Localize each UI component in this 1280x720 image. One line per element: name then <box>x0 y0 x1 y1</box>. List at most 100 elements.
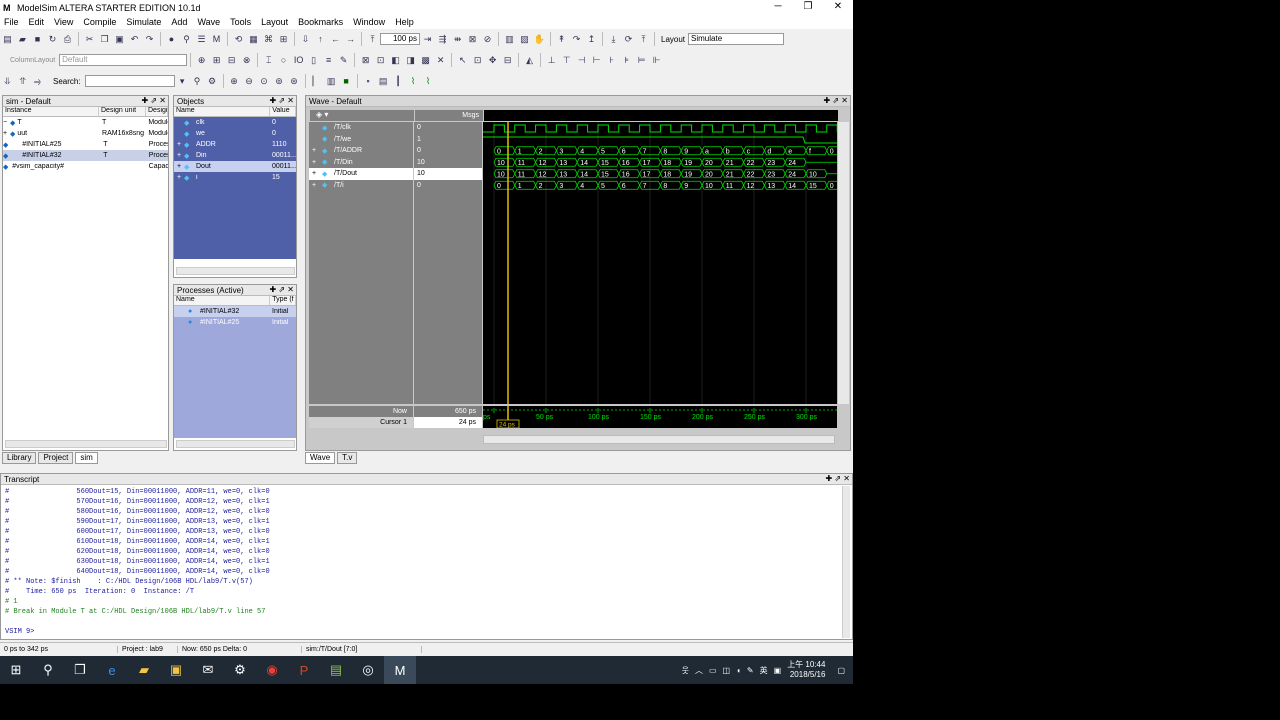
menu-help[interactable]: Help <box>395 17 414 27</box>
objects-scrollbar[interactable] <box>176 267 295 275</box>
chip-app-icon[interactable]: ◎ <box>352 656 384 684</box>
add-list-icon[interactable]: ⊞ <box>210 54 223 66</box>
add-dataflow-icon[interactable]: ⊗ <box>240 54 253 66</box>
sim-scrollbar[interactable] <box>5 440 167 448</box>
wave-signal-row[interactable]: ◆ /T/clk <box>309 122 413 134</box>
copy-icon[interactable]: ❐ <box>98 33 111 45</box>
ime-mode-icon[interactable]: ▣ <box>774 666 782 675</box>
step-back-out-icon[interactable]: ⤒ <box>637 33 650 45</box>
store-icon[interactable]: ▣ <box>160 656 192 684</box>
col-design[interactable]: Design <box>146 107 168 116</box>
tab-t-v[interactable]: T.v <box>337 452 358 464</box>
run-length-input[interactable]: 100 ps <box>380 33 420 45</box>
sim-panel-controls[interactable]: ✚ ⇗ ✕ <box>141 96 166 105</box>
notification-icon[interactable]: ▢ <box>837 666 845 675</box>
profile-icon[interactable]: ▧ <box>518 33 531 45</box>
wave-hscroll[interactable] <box>483 435 835 444</box>
object-expand-icon[interactable]: + <box>174 152 182 159</box>
close-button[interactable]: ✕ <box>823 0 853 15</box>
expand-icon[interactable]: − <box>3 119 7 126</box>
continue-run-icon[interactable]: ⇶ <box>436 33 449 45</box>
cursor-label[interactable]: Cursor 1 <box>309 417 413 428</box>
panel-blue-icon[interactable]: ▪ <box>362 75 375 87</box>
back-arrow-icon[interactable]: ← <box>329 33 342 45</box>
sim-tree-row[interactable]: ◆#INITIAL#25TProcess <box>3 139 168 150</box>
save-icon[interactable]: ■ <box>31 33 44 45</box>
maximize-button[interactable]: ❐ <box>793 0 823 15</box>
object-expand-icon[interactable]: + <box>174 163 182 170</box>
break-sim-icon[interactable]: ⊠ <box>466 33 479 45</box>
redo-icon[interactable]: ↷ <box>143 33 156 45</box>
expand-icon[interactable]: + <box>3 130 7 137</box>
step-over-icon[interactable]: ↷ <box>570 33 583 45</box>
hierarchy-expand-icon[interactable]: ⥤ <box>31 75 44 87</box>
wave-pencil-icon[interactable]: ✎ <box>337 54 350 66</box>
sim-tree-row[interactable]: ◆#INITIAL#32TProcess <box>3 150 168 161</box>
zoom-out-icon[interactable]: ⊖ <box>243 75 256 87</box>
panel-format-icon[interactable]: ▤ <box>377 75 390 87</box>
wave-doc-icon[interactable]: ▯ <box>307 54 320 66</box>
cut-icon[interactable]: ✂ <box>83 33 96 45</box>
processes-panel-controls[interactable]: ✚ ⇗ ✕ <box>269 285 294 294</box>
menu-bookmarks[interactable]: Bookmarks <box>298 17 343 27</box>
transcript-controls[interactable]: ✚ ⇗ ✕ <box>825 474 850 483</box>
wave-x-icon[interactable]: ✕ <box>434 54 447 66</box>
panel-wave2-icon[interactable]: ⌇ <box>422 75 435 87</box>
dataflow-mode-icon[interactable]: ◭ <box>523 54 536 66</box>
stop-icon[interactable]: ⊘ <box>481 33 494 45</box>
cursor-next-icon[interactable]: ⊢ <box>590 54 603 66</box>
hand-icon[interactable]: ✋ <box>533 33 546 45</box>
wave-signal-row[interactable]: ◆ /T/we <box>309 134 413 146</box>
object-row[interactable]: + ◆ i 15 <box>174 172 296 183</box>
search-icon[interactable]: ⚲ <box>32 656 64 684</box>
wave-signal-row[interactable]: + ◆ /T/Dout <box>309 168 413 180</box>
column-layout-select[interactable]: Default <box>59 54 188 66</box>
wave-cursor-icon[interactable]: ⌶ <box>262 54 275 66</box>
cursor-add-icon[interactable]: ⊥ <box>545 54 558 66</box>
wave-signal-row[interactable]: + ◆ /T/i <box>309 180 413 192</box>
edge-find-icon[interactable]: ▩ <box>419 54 432 66</box>
menu-tools[interactable]: Tools <box>230 17 251 27</box>
battery-icon[interactable]: ▭ <box>709 666 717 675</box>
panel-green-icon[interactable]: ■ <box>340 75 353 87</box>
object-expand-icon[interactable]: + <box>174 174 182 181</box>
tab-wave[interactable]: Wave <box>305 452 336 464</box>
ime-indicator[interactable]: 英 <box>760 665 768 676</box>
wave-expand-icon[interactable]: + <box>312 182 322 189</box>
mail-icon[interactable]: ✉ <box>192 656 224 684</box>
modelsim-taskbar-icon[interactable]: M <box>384 656 416 684</box>
undo-icon[interactable]: ↶ <box>128 33 141 45</box>
zoom-cursor-icon[interactable]: ⊚ <box>273 75 286 87</box>
hierarchy-up-icon[interactable]: ⥣ <box>16 75 29 87</box>
object-row[interactable]: ◆ we 0 <box>174 128 296 139</box>
person-icon[interactable]: 웃 <box>682 665 689 676</box>
wave-display[interactable]: 0 1 2 3 4 5 6 7 8 9 a b c d e f 0 10 11 12 13 14 15 16 17 18 19 20 2… <box>483 122 849 404</box>
object-row[interactable]: + ◆ Dout 00011... <box>174 161 296 172</box>
break-icon[interactable]: ▦ <box>247 33 260 45</box>
run-all-icon[interactable]: ⇻ <box>451 33 464 45</box>
performance-icon[interactable]: ▥ <box>503 33 516 45</box>
col-design-unit[interactable]: Design unit <box>99 107 146 116</box>
menu-compile[interactable]: Compile <box>83 17 116 27</box>
transcript-output[interactable]: # 560Dout=15, Din=00011000, ADDR=11, we=… <box>1 485 852 637</box>
tab-project[interactable]: Project <box>38 452 74 464</box>
wave-panel-controls[interactable]: ✚ ⇗ ✕ <box>823 96 848 105</box>
panel-left-icon[interactable]: ▏ <box>310 75 323 87</box>
file-explorer-icon[interactable]: ▰ <box>128 656 160 684</box>
print-icon[interactable]: ⎙ <box>61 33 74 45</box>
new-file-icon[interactable]: ▤ <box>1 33 14 45</box>
notes-icon[interactable]: ▤ <box>320 656 352 684</box>
object-row[interactable]: + ◆ ADDR 1110 <box>174 139 296 150</box>
schematic-icon[interactable]: ⊞ <box>277 33 290 45</box>
wave-io-icon[interactable]: IO <box>292 54 305 66</box>
compile-icon[interactable]: ● <box>165 33 178 45</box>
step-back-over-icon[interactable]: ⟳ <box>622 33 635 45</box>
wave-bus-icon[interactable]: ≡ <box>322 54 335 66</box>
sim-tree-row[interactable]: −◆TTModule <box>3 117 168 128</box>
panel-wave-icon[interactable]: ⌇ <box>407 75 420 87</box>
object-row[interactable]: ◆ clk 0 <box>174 117 296 128</box>
search-go-icon[interactable]: ⚲ <box>191 75 204 87</box>
layout-select[interactable]: Simulate <box>688 33 785 45</box>
list-icon[interactable]: ☰ <box>195 33 208 45</box>
bookmark-icon[interactable]: ⊡ <box>374 54 387 66</box>
